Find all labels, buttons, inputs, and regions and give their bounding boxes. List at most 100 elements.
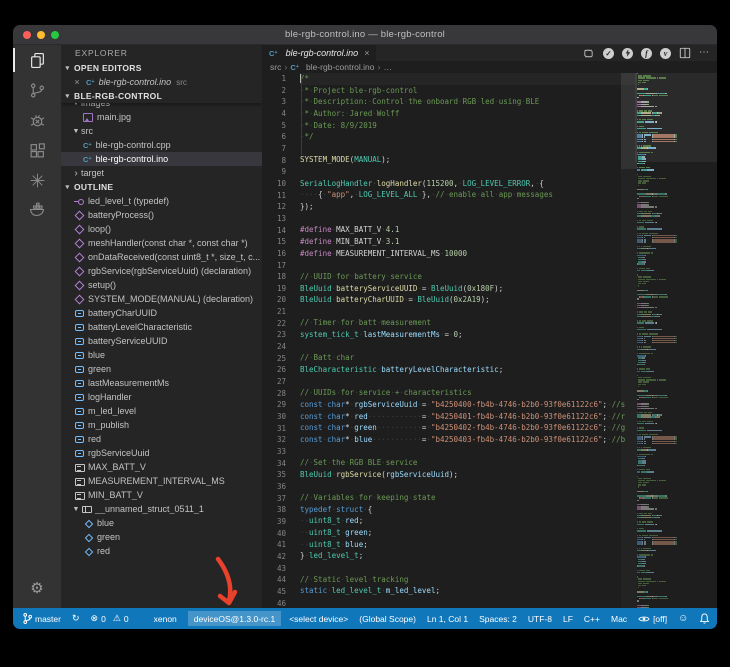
code-line[interactable] (300, 376, 637, 388)
outline-item-logHandler[interactable]: logHandler (61, 390, 262, 404)
code-line[interactable]: ·*·Project·ble-rgb-control (300, 85, 637, 97)
code-line[interactable]: ····{·"app",·LOG_LEVEL_ALL·},·//·enable·… (300, 189, 637, 201)
code-line[interactable] (300, 259, 637, 271)
outline-item-batteryServiceUUID[interactable]: batteryServiceUUID (61, 334, 262, 348)
particle-compile-icon[interactable] (582, 47, 595, 60)
code-line[interactable] (300, 306, 637, 318)
outline-item-green[interactable]: green (61, 362, 262, 376)
code-line[interactable]: const·char*·green··········=·"b4250402-f… (300, 422, 637, 434)
outline-item-blue[interactable]: blue (61, 516, 262, 530)
open-editor-ble-rgb-control.ino[interactable]: × C + ble-rgb-control.ino src (61, 75, 262, 89)
activity-explorer-icon[interactable] (13, 45, 61, 75)
code-line[interactable]: //·Variables·for·keeping·state (300, 492, 637, 504)
code-line[interactable]: BleUuid·batteryServiceUUID·=·BleUuid(0x1… (300, 283, 637, 295)
code-content[interactable]: /* ·*·Project·ble-rgb-control ·*·Descripti… (300, 73, 637, 608)
code-line[interactable]: typedef·struct·{ (300, 504, 637, 516)
minimize-window-button[interactable] (37, 30, 45, 39)
code-line[interactable]: SYSTEM_MODE(MANUAL); (300, 154, 637, 166)
activity-docker-icon[interactable] (13, 195, 61, 225)
code-line[interactable]: BleUuid·batteryCharUUID·=·BleUuid(0x2A19… (300, 294, 637, 306)
outline-item-onDataReceived[interactable]: onDataReceived(const uint8_t *, size_t, … (61, 250, 262, 264)
particle-variable-icon[interactable]: v (660, 47, 671, 59)
particle-platform-item[interactable]: xenon (154, 614, 177, 624)
code-line[interactable] (300, 166, 637, 178)
tree-item-ble-rgb-control.cpp[interactable]: C + ble-rgb-control.cpp (61, 138, 262, 152)
select-device-item[interactable]: <select device> (289, 614, 348, 624)
zoom-window-button[interactable] (51, 30, 59, 39)
outline-item-led_level_t[interactable]: led_level_t (typedef) (61, 194, 262, 208)
indentation-item[interactable]: Spaces: 2 (479, 614, 517, 624)
activity-particle-icon[interactable] (13, 165, 61, 195)
tab-ble-rgb-control-ino[interactable]: C + ble-rgb-control.ino × (262, 45, 378, 61)
outline-item-red[interactable]: red (61, 432, 262, 446)
code-line[interactable]: //·Timer·for·batt·measurement (300, 317, 637, 329)
code-line[interactable]: //·UUIDs·for·service·+·characteristics (300, 387, 637, 399)
outline-item-m_publish[interactable]: m_publish (61, 418, 262, 432)
outline-item-MAX_BATT_V[interactable]: MAX_BATT_V (61, 460, 262, 474)
code-line[interactable]: SerialLogHandler·logHandler(115200,·LOG_… (300, 178, 637, 190)
code-line[interactable]: //·Batt·char (300, 352, 637, 364)
outline-item-SYSTEM_MODE[interactable]: SYSTEM_MODE(MANUAL) (declaration) (61, 292, 262, 306)
tree-item-images[interactable]: ▼ images (61, 103, 262, 110)
language-mode-item[interactable]: C++ (584, 614, 600, 624)
code-line[interactable] (300, 213, 637, 225)
outline-item-MIN_BATT_V[interactable]: MIN_BATT_V (61, 488, 262, 502)
tree-item-target[interactable]: › target (61, 166, 262, 180)
code-line[interactable]: BleUuid·rgbService(rgbServiceUuid); (300, 469, 637, 481)
code-line[interactable]: static·led_level_t·m_led_level; (300, 585, 637, 597)
sync-item[interactable]: ↻ (72, 614, 80, 623)
cursor-position-item[interactable]: Ln 1, Col 1 (427, 614, 468, 624)
code-line[interactable]: ·*·Date:·8/9/2019 (300, 120, 637, 132)
code-line[interactable] (300, 562, 637, 574)
encoding-item[interactable]: UTF-8 (528, 614, 552, 624)
outline-item-green[interactable]: green (61, 530, 262, 544)
tree-item-src[interactable]: ▼ src (61, 124, 262, 138)
outline-item-m_led_level[interactable]: m_led_level (61, 404, 262, 418)
code-line[interactable]: ·*·Description:·Control·the·onboard·RGB·… (300, 96, 637, 108)
outline-item-batteryCharUUID[interactable]: batteryCharUUID (61, 306, 262, 320)
section-outline[interactable]: ▼ OUTLINE (61, 180, 262, 194)
code-line[interactable]: const·char*·blue···········=·"b4250403-f… (300, 434, 637, 446)
code-line[interactable] (300, 341, 637, 353)
outline-item-loop[interactable]: loop() (61, 222, 262, 236)
git-branch-item[interactable]: master (23, 612, 61, 625)
code-line[interactable]: system_tick_t·lastMeasurementMs·=·0; (300, 329, 637, 341)
particle-function-icon[interactable]: f (641, 47, 652, 59)
code-line[interactable]: const·char*·red············=·"b4250401-f… (300, 411, 637, 423)
section-project[interactable]: ▼ BLE-RGB-CONTROL (61, 89, 262, 103)
eol-item[interactable]: LF (563, 614, 573, 624)
tree-item-ble-rgb-control.ino[interactable]: C + ble-rgb-control.ino (61, 152, 262, 166)
split-editor-icon[interactable] (679, 47, 691, 59)
code-line[interactable]: ··uint8_t·red; (300, 515, 637, 527)
os-mode-item[interactable]: Mac (611, 614, 627, 624)
code-line[interactable] (300, 143, 637, 155)
code-line[interactable]: ··uint8_t·blue; (300, 539, 637, 551)
tree-item-main.jpg[interactable]: main.jpg (61, 110, 262, 124)
code-line[interactable]: BleCharacteristic·batteryLevelCharacteri… (300, 364, 637, 376)
more-icon[interactable]: ⋯ (699, 48, 709, 58)
code-line[interactable]: ··uint8_t·green; (300, 527, 637, 539)
breadcrumb[interactable]: src › C + ble-rgb-control.ino › … (262, 61, 717, 73)
outline-item-MEASUREMENT_INTERVAL_MS[interactable]: MEASUREMENT_INTERVAL_MS (61, 474, 262, 488)
code-line[interactable]: /* (300, 73, 637, 85)
outline-item-rgbServiceUuid[interactable]: rgbServiceUuid (61, 446, 262, 460)
outline-item-red[interactable]: red (61, 544, 262, 558)
outline-item-blue[interactable]: blue (61, 348, 262, 362)
minimap[interactable] (635, 73, 717, 608)
outline-item-batteryLevelCharacteristic[interactable]: batteryLevelCharacteristic (61, 320, 262, 334)
activity-source-control-icon[interactable] (13, 75, 61, 105)
code-line[interactable]: const·char*·rgbServiceUuid·=·"b4250400-f… (300, 399, 637, 411)
particle-flash-icon[interactable] (622, 47, 633, 59)
code-line[interactable]: #define·MIN_BATT_V·3.1 (300, 236, 637, 248)
code-line[interactable]: //·Static·level·tracking (300, 574, 637, 586)
code-editor[interactable]: 1 2 3 4 5 6 7 8 9 10 11 12 13 14 15 16 17 18 19 20 21 22 23 24 2… (262, 73, 717, 608)
outline-item-meshHandler[interactable]: meshHandler(const char *, const char *) (61, 236, 262, 250)
code-line[interactable]: #define·MEASUREMENT_INTERVAL_MS·10000 (300, 248, 637, 260)
outline-item-setup[interactable]: setup() (61, 278, 262, 292)
outline-item-lastMeasurementMs[interactable]: lastMeasurementMs (61, 376, 262, 390)
settings-gear-icon[interactable]: ⚙ (13, 574, 61, 602)
problems-item[interactable]: ⊗ 0 ⚠ 0 (91, 614, 129, 624)
code-line[interactable]: }·led_level_t; (300, 550, 637, 562)
outline-item-batteryProcess[interactable]: batteryProcess() (61, 208, 262, 222)
code-line[interactable]: //·UUID·for·battery·service (300, 271, 637, 283)
